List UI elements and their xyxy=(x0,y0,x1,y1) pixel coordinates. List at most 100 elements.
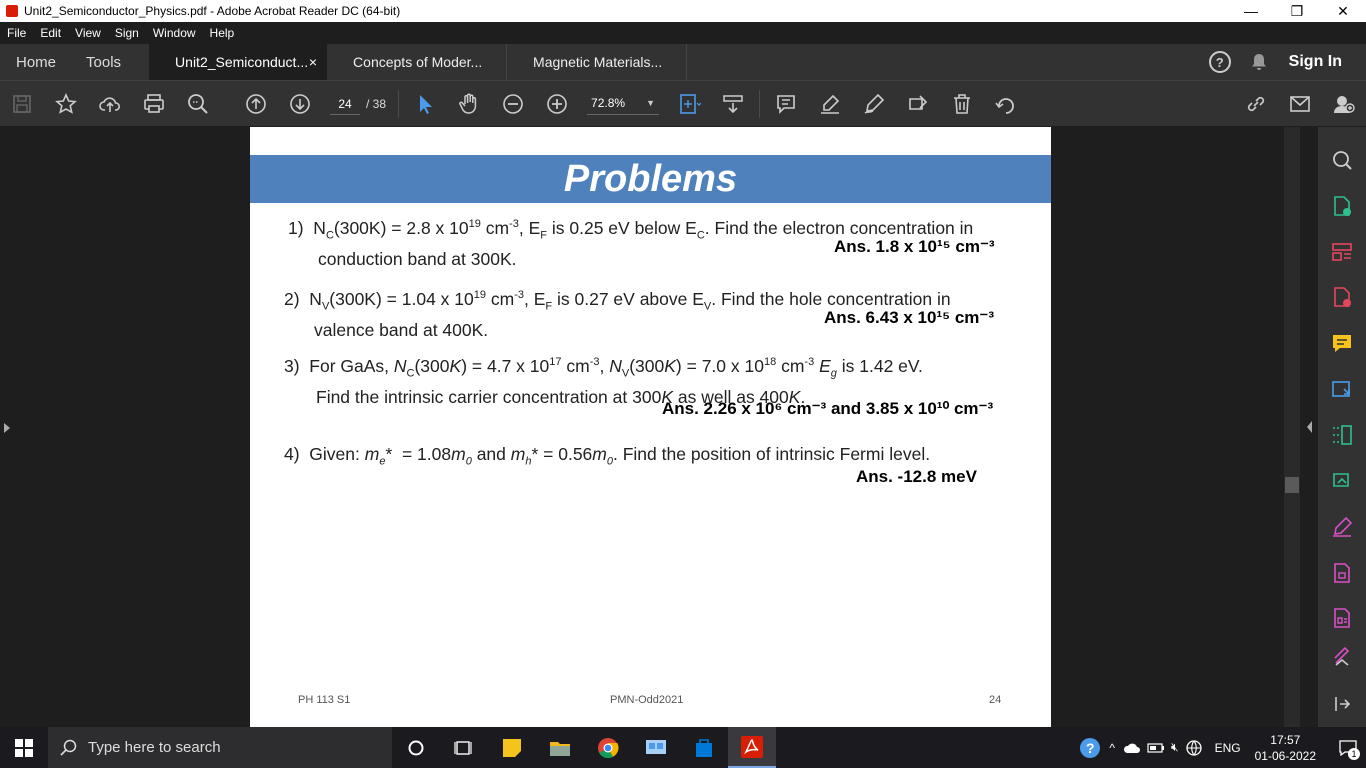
comment-icon[interactable] xyxy=(764,81,808,127)
acrobat-taskbar-icon[interactable] xyxy=(728,727,776,768)
print-icon[interactable] xyxy=(132,81,176,127)
chevron-up-icon[interactable]: ^ xyxy=(1109,741,1115,755)
comment-tool-icon[interactable] xyxy=(1318,320,1366,366)
send-for-review-icon[interactable] xyxy=(1318,458,1366,504)
zoom-out-icon[interactable] xyxy=(491,81,535,127)
trash-icon[interactable] xyxy=(940,81,984,127)
total-pages-label: / 38 xyxy=(366,96,387,111)
expand-left-panel-icon[interactable] xyxy=(4,423,10,433)
maximize-button[interactable]: ❐ xyxy=(1274,0,1320,22)
toolbar-divider xyxy=(759,89,761,118)
store-icon[interactable] xyxy=(680,727,728,768)
footer-center: PMN-Odd2021 xyxy=(610,694,684,706)
menu-file[interactable]: File xyxy=(7,26,26,40)
tab-tools[interactable]: Tools xyxy=(70,44,149,80)
window-title: Unit2_Semiconductor_Physics.pdf - Adobe … xyxy=(24,4,401,18)
create-pdf-icon[interactable] xyxy=(1318,183,1366,229)
tab-document-active[interactable]: Unit2_Semiconduct... × xyxy=(149,44,328,80)
acrobat-icon xyxy=(6,5,18,17)
windows-start-icon[interactable] xyxy=(0,727,48,768)
language-indicator[interactable]: ENG xyxy=(1215,741,1241,755)
answer-4: Ans. -12.8 meV xyxy=(856,467,977,486)
zoom-dropdown[interactable]: 72.8% ▼ xyxy=(587,93,660,115)
svg-text:?: ? xyxy=(1086,740,1095,756)
menu-edit[interactable]: Edit xyxy=(40,26,61,40)
menu-help[interactable]: Help xyxy=(210,26,235,40)
onedrive-cloud-icon xyxy=(1123,743,1141,753)
prepare-form-icon[interactable] xyxy=(1318,595,1366,641)
more-tools-icon[interactable] xyxy=(1318,641,1366,669)
chevron-down-icon: ▼ xyxy=(646,98,656,108)
help-icon[interactable]: ? xyxy=(1208,51,1231,73)
notification-center-icon[interactable]: 1 xyxy=(1330,727,1366,768)
organize-pages-icon[interactable] xyxy=(1318,229,1366,275)
tab-close-icon[interactable]: × xyxy=(309,54,317,70)
fill-sign-tool-icon[interactable] xyxy=(1318,504,1366,550)
protect-icon[interactable] xyxy=(1318,550,1366,596)
file-explorer-icon[interactable] xyxy=(536,727,584,768)
close-button[interactable]: ✕ xyxy=(1320,0,1366,22)
menu-window[interactable]: Window xyxy=(153,26,196,40)
zoom-search-icon[interactable] xyxy=(176,81,220,127)
tab-label: Unit2_Semiconduct... xyxy=(175,54,309,70)
scrollbar-thumb[interactable] xyxy=(1285,477,1299,493)
tab-document[interactable]: Magnetic Materials... xyxy=(507,44,688,80)
vertical-scrollbar[interactable] xyxy=(1284,127,1300,727)
main-toolbar: 24 / 38 72.8% ▼ xyxy=(0,80,1366,126)
zoom-in-icon[interactable] xyxy=(535,81,579,127)
scan-ocr-icon[interactable] xyxy=(1318,366,1366,412)
right-panel-toggle[interactable] xyxy=(1300,127,1318,727)
export-pdf-icon[interactable] xyxy=(1318,275,1366,321)
compare-icon[interactable] xyxy=(1318,412,1366,458)
page-number-input[interactable]: 24 xyxy=(330,93,360,115)
menu-sign[interactable]: Sign xyxy=(115,26,139,40)
tab-home[interactable]: Home xyxy=(0,44,70,80)
upload-cloud-icon[interactable] xyxy=(88,81,132,127)
email-icon[interactable] xyxy=(1278,81,1322,127)
task-view-icon[interactable] xyxy=(440,727,488,768)
pdf-page: Problems 1) NC(300K) = 2.8 x 1019 cm-3, … xyxy=(250,127,1051,727)
add-user-icon[interactable] xyxy=(1322,81,1366,127)
page-navigator: 24 / 38 xyxy=(330,93,386,115)
taskbar-search-box[interactable]: Type here to search xyxy=(48,727,392,768)
search-placeholder: Type here to search xyxy=(88,739,221,756)
answer-2: Ans. 6.43 x 10¹⁵ cm⁻³ xyxy=(824,308,995,327)
draw-icon[interactable] xyxy=(852,81,896,127)
previous-page-icon[interactable] xyxy=(234,81,278,127)
right-tools-pane xyxy=(1318,127,1366,727)
star-icon[interactable] xyxy=(44,81,88,127)
bell-icon[interactable] xyxy=(1249,52,1269,72)
answer-1: Ans. 1.8 x 10¹⁵ cm⁻³ xyxy=(834,237,995,256)
minimize-button[interactable]: — xyxy=(1228,0,1274,22)
save-icon[interactable] xyxy=(0,81,44,127)
fill-sign-icon[interactable] xyxy=(896,81,940,127)
tab-document[interactable]: Concepts of Moder... xyxy=(327,44,508,80)
hand-tool-icon[interactable] xyxy=(447,81,491,127)
windows-taskbar: Type here to search ? ^ 🔇︎ ENG 17:57 01-… xyxy=(0,727,1366,768)
sign-in-button[interactable]: Sign In xyxy=(1289,53,1342,71)
chrome-icon[interactable] xyxy=(584,727,632,768)
zoom-value: 72.8% xyxy=(591,96,626,110)
menu-view[interactable]: View xyxy=(75,26,101,40)
sticky-notes-icon[interactable] xyxy=(488,727,536,768)
scroll-mode-icon[interactable] xyxy=(711,81,755,127)
zoom-search-icon[interactable] xyxy=(1318,137,1366,183)
footer-course: PH 113 S1 xyxy=(298,694,351,706)
clock[interactable]: 17:57 01-06-2022 xyxy=(1255,732,1316,764)
menu-bar: File Edit View Sign Window Help xyxy=(0,22,1366,44)
next-page-icon[interactable] xyxy=(278,81,322,127)
collapse-right-pane-icon[interactable] xyxy=(1318,681,1366,727)
speaker-muted-icon[interactable]: 🔇︎ xyxy=(1171,740,1179,755)
select-cursor-icon[interactable] xyxy=(403,81,447,127)
clock-time: 17:57 xyxy=(1270,732,1301,747)
share-link-icon[interactable] xyxy=(1234,81,1278,127)
fit-page-icon[interactable] xyxy=(667,81,711,127)
control-panel-icon[interactable] xyxy=(632,727,680,768)
document-viewport[interactable]: Problems 1) NC(300K) = 2.8 x 1019 cm-3, … xyxy=(0,127,1318,727)
rotate-icon[interactable] xyxy=(984,81,1028,127)
title-bar: Unit2_Semiconductor_Physics.pdf - Adobe … xyxy=(0,0,1366,22)
highlight-pen-icon[interactable] xyxy=(808,81,852,127)
help-tray-icon: ? xyxy=(1080,737,1101,758)
globe-network-icon xyxy=(1185,739,1202,756)
cortana-icon[interactable] xyxy=(392,727,440,768)
